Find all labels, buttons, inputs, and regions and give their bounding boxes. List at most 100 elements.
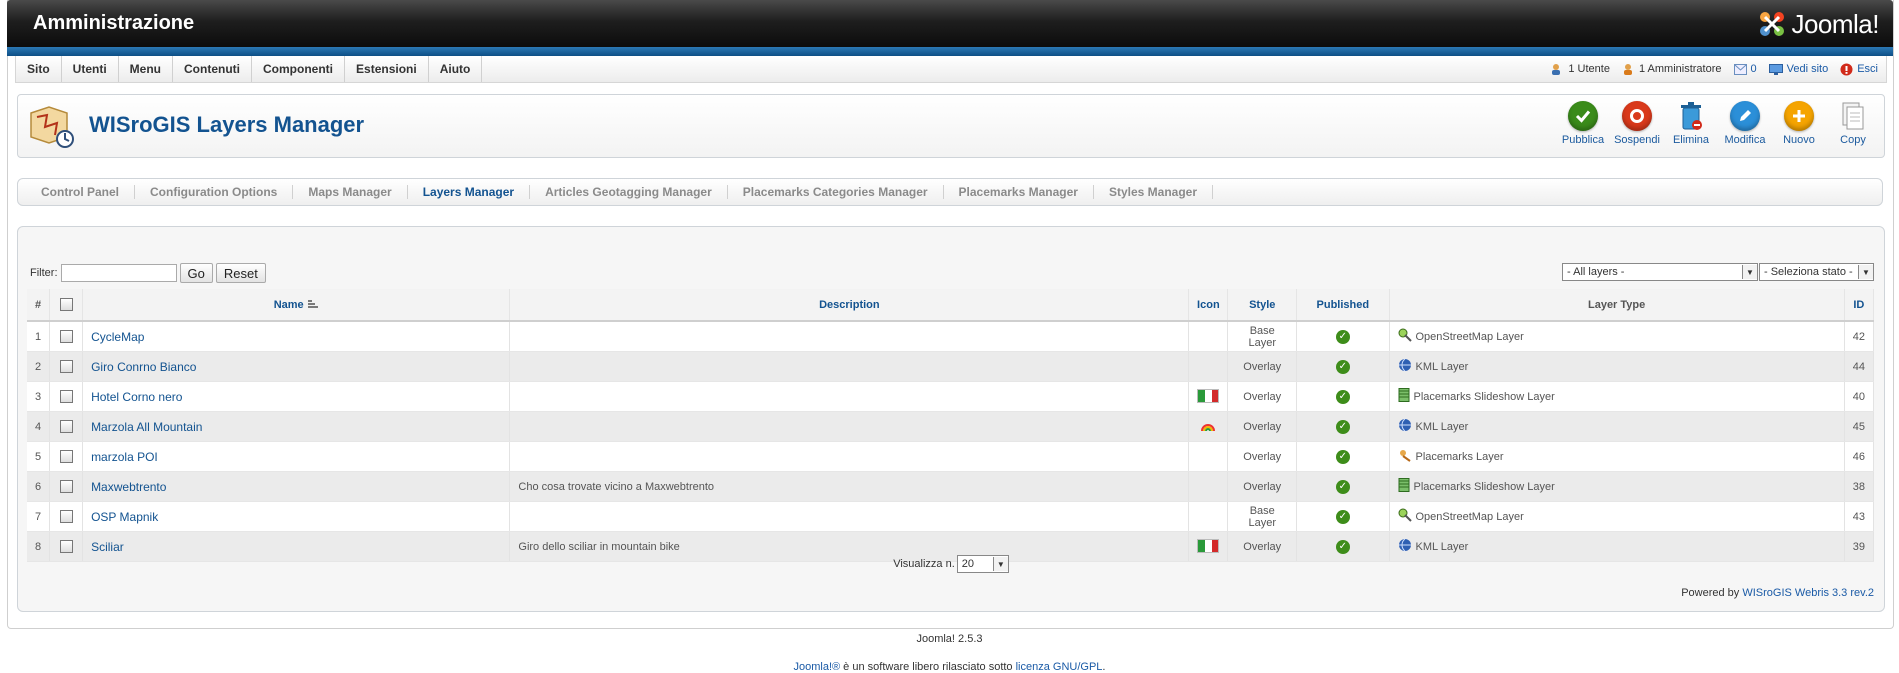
row-checkbox-cell <box>49 441 84 472</box>
menu-estensioni[interactable]: Estensioni <box>345 56 429 82</box>
tab-styles-manager[interactable]: Styles Manager <box>1094 185 1213 199</box>
menu-aiuto[interactable]: Aiuto <box>429 56 483 82</box>
view-site-link[interactable]: Vedi sito <box>1768 63 1828 75</box>
published-check-icon[interactable]: ✓ <box>1335 389 1350 404</box>
published-check-icon[interactable]: ✓ <box>1335 419 1350 434</box>
layer-name-link[interactable]: Hotel Corno nero <box>91 390 182 404</box>
tab-placemarks-categories-manager[interactable]: Placemarks Categories Manager <box>728 185 944 199</box>
header-name[interactable]: Name <box>82 289 511 322</box>
row-number: 4 <box>27 411 51 442</box>
select-all-checkbox[interactable] <box>59 298 73 311</box>
header-id[interactable]: ID <box>1844 289 1875 322</box>
tab-articles-geotagging-manager[interactable]: Articles Geotagging Manager <box>530 185 728 199</box>
tab-configuration-options[interactable]: Configuration Options <box>135 185 294 199</box>
tab-control-panel[interactable]: Control Panel <box>26 185 136 199</box>
messages-status[interactable]: 0 <box>1733 63 1757 75</box>
published-check-icon[interactable]: ✓ <box>1335 479 1350 494</box>
row-checkbox[interactable] <box>59 360 73 373</box>
row-name-cell: marzola POI <box>82 441 511 472</box>
joomla-link[interactable]: Joomla!® <box>794 661 841 673</box>
users-status[interactable]: 1 Utente <box>1551 63 1610 76</box>
published-check-icon[interactable]: ✓ <box>1335 329 1350 344</box>
layers-manager-icon <box>27 103 75 152</box>
powered-link[interactable]: WISroGIS Webris 3.3 rev.2 <box>1742 587 1874 599</box>
row-published-cell: ✓ <box>1296 321 1390 352</box>
row-icon-cell <box>1188 501 1229 532</box>
page-size-select[interactable]: 20 ▼ <box>956 555 1009 573</box>
layer-name-link[interactable]: Sciliar <box>91 540 124 554</box>
menu-contenuti[interactable]: Contenuti <box>173 56 253 82</box>
header-published[interactable]: Published <box>1296 289 1390 322</box>
table-row[interactable]: 3 Hotel Corno nero Overlay ✓ Placemarks Slid… <box>27 381 1875 412</box>
published-check-icon[interactable]: ✓ <box>1335 359 1350 374</box>
table-row[interactable]: 6 Maxwebtrento Cho cosa trovate vicino a M… <box>27 471 1875 502</box>
layer-name-link[interactable]: marzola POI <box>91 450 158 464</box>
row-checkbox[interactable] <box>59 330 73 343</box>
license-link[interactable]: licenza GNU/GPL <box>1016 661 1103 673</box>
layer-name-link[interactable]: OSP Mapnik <box>91 510 158 524</box>
unpublish-button[interactable]: Sospendi <box>1610 101 1664 146</box>
joomla-logo[interactable]: Joomla! <box>1757 7 1879 41</box>
table-row[interactable]: 7 OSP Mapnik Base Layer ✓ OpenStreetMap Laye… <box>27 501 1875 532</box>
table-row[interactable]: 1 CycleMap Base Layer ✓ OpenStreetMap Layer 4… <box>27 321 1875 352</box>
row-icon-cell <box>1188 411 1229 442</box>
row-layer-type: KML Layer <box>1415 540 1469 553</box>
published-check-icon[interactable]: ✓ <box>1335 509 1350 524</box>
row-icon-cell <box>1188 471 1229 502</box>
edit-button[interactable]: Modifica <box>1718 101 1772 146</box>
row-style: Overlay <box>1227 441 1298 472</box>
tab-maps-manager[interactable]: Maps Manager <box>293 185 408 199</box>
layers-type-select[interactable]: - All layers - ▼ <box>1562 263 1758 281</box>
state-select[interactable]: - Seleziona stato - ▼ <box>1759 263 1874 281</box>
row-checkbox[interactable] <box>59 450 73 463</box>
row-checkbox[interactable] <box>59 390 73 403</box>
row-layer-type-cell: Placemarks Layer <box>1389 441 1845 472</box>
layer-name-link[interactable]: CycleMap <box>91 330 144 344</box>
tab-placemarks-manager[interactable]: Placemarks Manager <box>944 185 1094 199</box>
row-number: 1 <box>27 321 51 352</box>
menu-sito[interactable]: Sito <box>16 56 62 82</box>
menu-componenti[interactable]: Componenti <box>252 56 346 82</box>
table-header-row: # Name Description Icon Style Published … <box>27 289 1875 322</box>
header-description[interactable]: Description <box>509 289 1190 322</box>
copy-icon <box>1838 101 1868 131</box>
table-row[interactable]: 4 Marzola All Mountain Overlay ✓ KML Layer 45 <box>27 411 1875 442</box>
menu-menu[interactable]: Menu <box>119 56 174 82</box>
row-checkbox[interactable] <box>59 480 73 493</box>
reset-button[interactable]: Reset <box>215 263 266 283</box>
publish-button[interactable]: Pubblica <box>1556 101 1610 146</box>
layer-name-link[interactable]: Marzola All Mountain <box>91 420 202 434</box>
table-row[interactable]: 2 Giro Conrno Bianco Overlay ✓ KML Layer 44 <box>27 351 1875 382</box>
filter-label: Filter: <box>30 267 58 279</box>
filter-input[interactable] <box>60 264 177 282</box>
delete-button[interactable]: Elimina <box>1664 101 1718 146</box>
tab-layers-manager[interactable]: Layers Manager <box>408 185 531 199</box>
row-checkbox-cell <box>49 411 84 442</box>
new-button[interactable]: Nuovo <box>1772 101 1826 146</box>
row-layer-type: Placemarks Slideshow Layer <box>1413 480 1555 493</box>
menu-utenti[interactable]: Utenti <box>62 56 119 82</box>
go-button[interactable]: Go <box>179 263 213 283</box>
pagination: Visualizza n. 20 ▼ <box>18 555 1884 573</box>
header-style[interactable]: Style <box>1227 289 1298 322</box>
row-checkbox[interactable] <box>59 510 73 523</box>
published-check-icon[interactable]: ✓ <box>1335 539 1350 554</box>
row-description <box>509 381 1190 412</box>
published-check-icon[interactable]: ✓ <box>1335 449 1350 464</box>
row-checkbox[interactable] <box>59 420 73 433</box>
copy-button[interactable]: Copy <box>1826 101 1880 146</box>
top-header: Amministrazione Joomla! <box>7 0 1893 47</box>
logout-link[interactable]: Esci <box>1840 63 1878 76</box>
new-label: Nuovo <box>1783 134 1815 146</box>
row-checkbox[interactable] <box>59 540 73 553</box>
row-id: 44 <box>1844 351 1875 382</box>
row-style: Overlay <box>1227 471 1298 502</box>
logo-text: Joomla! <box>1791 8 1879 39</box>
row-published-cell: ✓ <box>1296 471 1390 502</box>
admins-status[interactable]: 1 Amministratore <box>1622 63 1722 76</box>
kml-icon <box>1398 418 1412 435</box>
table-row[interactable]: 5 marzola POI Overlay ✓ Placemarks Layer 46 <box>27 441 1875 472</box>
layer-name-link[interactable]: Giro Conrno Bianco <box>91 360 196 374</box>
layer-name-link[interactable]: Maxwebtrento <box>91 480 166 494</box>
header-icon[interactable]: Icon <box>1188 289 1229 322</box>
